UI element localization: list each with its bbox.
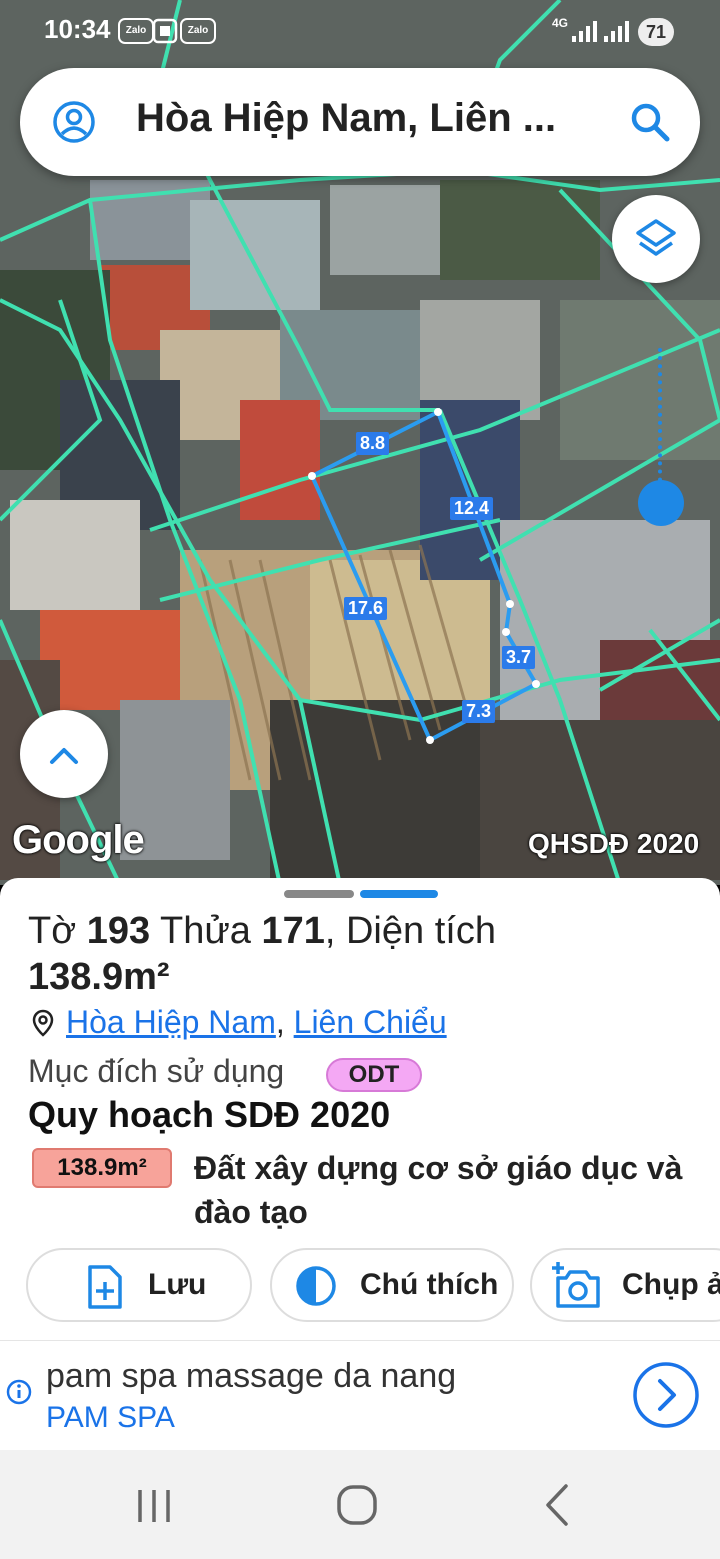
account-icon[interactable] [52,100,96,149]
dimension-label: 8.8 [356,432,390,455]
status-bar: 10:34 Zalo Zalo 4G 71 [0,0,720,64]
search-query-text[interactable]: Hòa Hiệp Nam, Liên ... [136,96,556,141]
signal-icon [570,18,630,49]
dimension-label: 7.3 [462,700,496,723]
zoom-slider-handle[interactable] [638,480,684,526]
usage-code-badge: ODT [326,1058,422,1092]
screenshot-icon [152,18,178,49]
chevron-right-icon[interactable] [632,1361,700,1429]
parcel-area: 138.9m² [28,956,170,998]
recent-apps-icon[interactable] [134,1486,174,1526]
system-navigation-bar [0,1450,720,1559]
plan-land-type: Đất xây dựng cơ sở giáo dục và đào tạo [194,1150,683,1230]
zoom-slider-track[interactable] [658,348,662,498]
contrast-icon [296,1266,336,1306]
layers-icon [636,219,676,256]
take-photo-button[interactable]: Chụp ả [530,1248,720,1322]
zalo-notification-icon: Zalo [118,18,154,44]
dimension-label: 3.7 [502,646,536,669]
map-view[interactable]: 8.8 12.4 17.6 3.7 7.3 10:34 Zalo Zalo 4G… [0,0,720,885]
location-row: Hòa Hiệp Nam, Liên Chiểu [32,1004,447,1041]
dimension-label: 12.4 [450,497,494,520]
ad-info-icon[interactable] [6,1379,32,1405]
sheet-handle[interactable] [284,890,354,898]
sheet-handle-active[interactable] [360,890,438,898]
layers-button[interactable] [612,195,700,283]
dimension-label: 17.6 [344,597,388,620]
network-type: 4G [552,16,569,30]
ad-banner[interactable]: pam spa massage da nang PAM SPA [0,1340,720,1450]
district-link[interactable]: Liên Chiểu [294,1004,447,1040]
expand-button[interactable] [20,710,108,798]
google-logo: Google [12,818,145,862]
search-bar[interactable]: Hòa Hiệp Nam, Liên ... [20,68,700,176]
plan-title: Quy hoạch SDĐ 2020 [28,1094,391,1135]
parcel-title: Tờ 193 Thửa 171, Diện tích 138.9m² [28,910,496,998]
add-file-icon [88,1265,122,1309]
add-photo-icon [552,1262,600,1308]
location-pin-icon [32,1009,54,1037]
usage-label: Mục đích sử dụng [28,1053,285,1089]
ward-link[interactable]: Hòa Hiệp Nam [66,1004,276,1040]
save-button[interactable]: Lưu [26,1248,252,1322]
legend-button[interactable]: Chú thích [270,1248,514,1322]
ad-advertiser[interactable]: PAM SPA [46,1401,175,1435]
chevron-up-icon [50,748,78,764]
status-time: 10:34 [44,14,111,44]
search-icon[interactable] [628,100,672,149]
zalo-notification-icon: Zalo [180,18,216,44]
home-icon[interactable] [334,1482,380,1528]
plan-area-badge: 138.9m² [32,1148,172,1188]
battery-indicator: 71 [638,18,674,46]
map-layer-credit: QHSDĐ 2020 [528,828,700,859]
back-icon[interactable] [538,1482,578,1528]
ad-title[interactable]: pam spa massage da nang [46,1357,456,1396]
